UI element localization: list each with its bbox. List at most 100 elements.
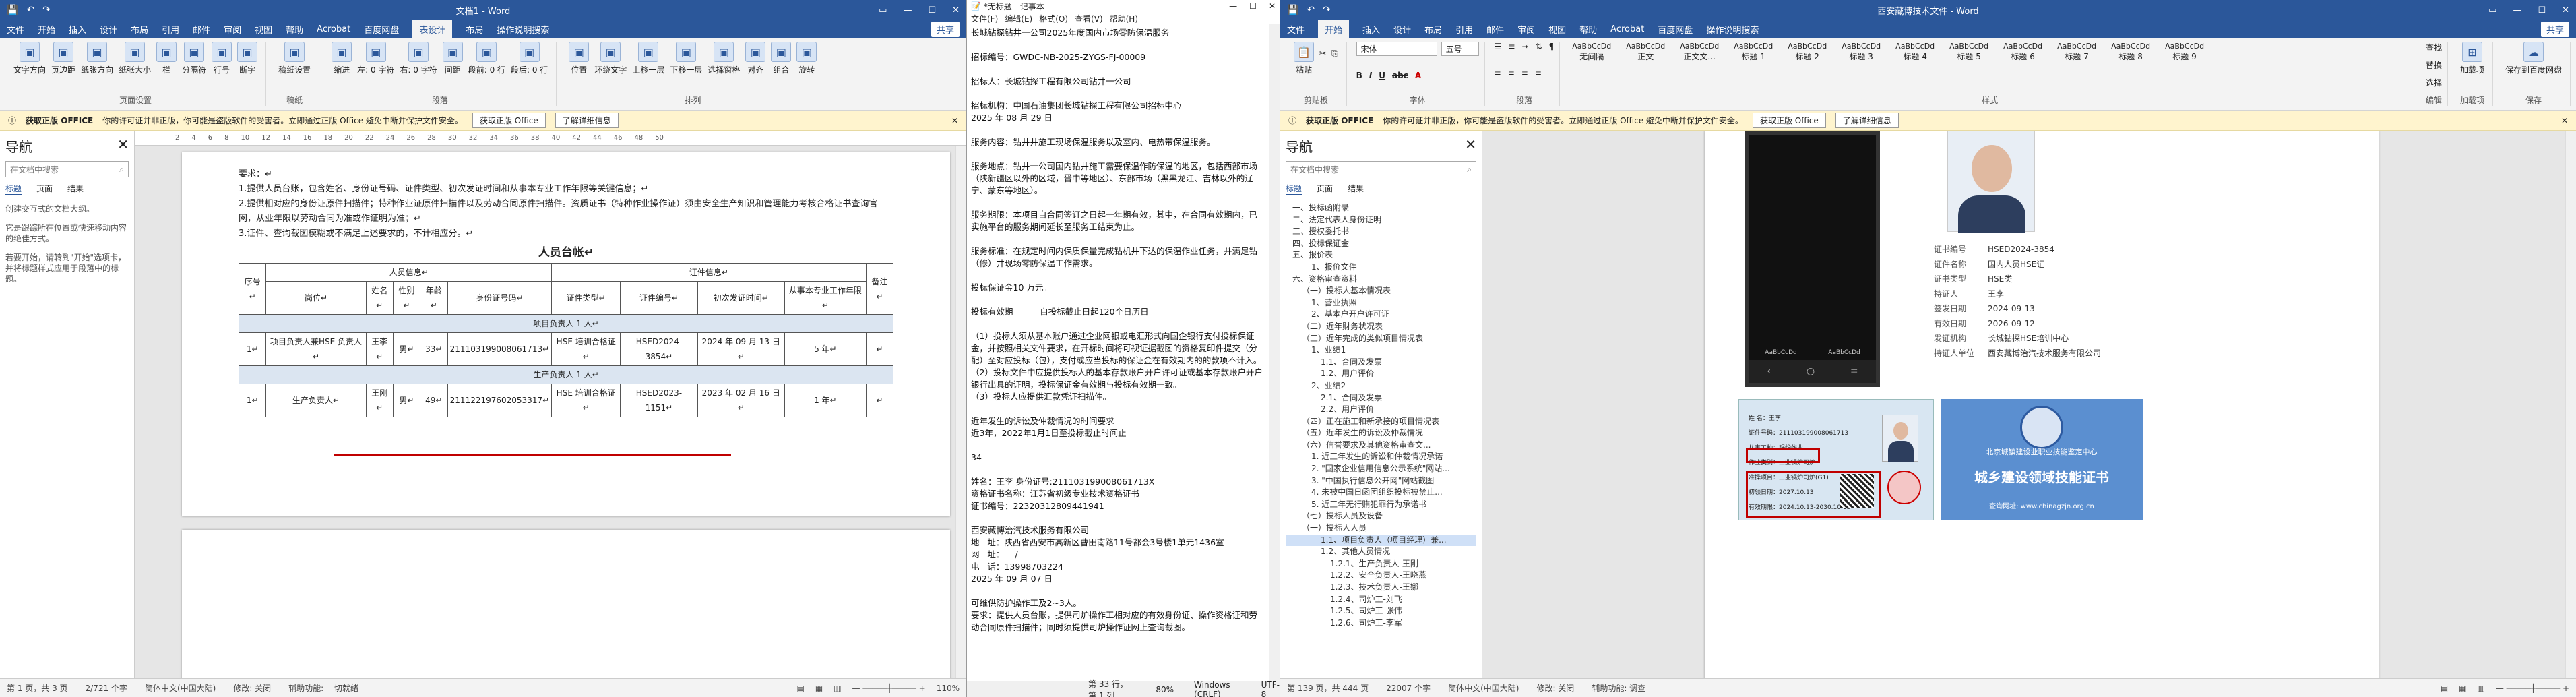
ribbon-button[interactable]: ▣ 位置: [569, 42, 590, 75]
ribbon-button[interactable]: ▣ 纸张方向: [81, 42, 113, 75]
nav-search-input[interactable]: 在文档中搜索 ⌕: [1286, 161, 1476, 177]
style-item[interactable]: AaBbCcDd 正文: [1626, 42, 1665, 62]
style-item[interactable]: AaBbCcDd 标题 1: [1734, 42, 1773, 62]
tab-7[interactable]: 审阅: [224, 23, 241, 36]
style-item[interactable]: AaBbCcDd 正文文...: [1680, 42, 1719, 62]
ribbon-button[interactable]: ▣ 纸张大小: [119, 42, 151, 75]
vertical-scrollbar[interactable]: [2565, 131, 2576, 678]
nav-heading-item[interactable]: （一）投标人基本情况表: [1286, 285, 1476, 297]
web-layout-icon[interactable]: ▥: [2478, 684, 2485, 693]
tab-6[interactable]: 邮件: [1486, 23, 1504, 36]
tab-11[interactable]: 百度网盘: [1658, 23, 1693, 36]
bold-button[interactable]: B: [1356, 71, 1362, 80]
save-icon[interactable]: 💾: [7, 5, 18, 16]
close-icon[interactable]: ✕: [1269, 1, 1276, 11]
nav-heading-item[interactable]: （五）近年发生的诉讼及仲裁情况: [1286, 427, 1476, 440]
table-cell[interactable]: 1 年↵: [784, 384, 867, 417]
nav-heading-item[interactable]: 1.2.6、司炉工-李军: [1286, 617, 1476, 630]
nav-search-input[interactable]: 在文档中搜索 ⌕: [5, 161, 129, 177]
language[interactable]: 简体中文(中国大陆): [1448, 682, 1519, 694]
tab-4[interactable]: 布局: [1424, 23, 1442, 36]
align-right-icon[interactable]: ≡: [1521, 68, 1528, 78]
table-cell[interactable]: 33↵: [419, 332, 448, 366]
style-item[interactable]: AaBbCcDd 标题 6: [2003, 42, 2042, 62]
ribbon-button[interactable]: ▣ 行号: [212, 42, 232, 75]
style-item[interactable]: AaBbCcDd 标题 2: [1788, 42, 1827, 62]
vertical-scrollbar[interactable]: [955, 146, 966, 678]
nav-heading-item[interactable]: 1、报价文件: [1286, 262, 1476, 274]
select-button[interactable]: 选择: [2426, 77, 2442, 88]
nav-heading-item[interactable]: 1.2.5、司炉工-张伟: [1286, 605, 1476, 617]
maximize-icon[interactable]: ☐: [928, 5, 936, 16]
tab-2[interactable]: 插入: [1362, 23, 1380, 36]
paste-button[interactable]: 📋 粘贴: [1294, 42, 1314, 75]
tab-10[interactable]: Acrobat: [1610, 24, 1644, 34]
tab-5[interactable]: 引用: [1455, 23, 1473, 36]
maximize-icon[interactable]: ☐: [1249, 1, 1257, 11]
ribbon-button[interactable]: ▣ 对齐: [745, 42, 766, 75]
table-cell[interactable]: 男↵: [392, 384, 420, 417]
document-area[interactable]: 要求：↵ 1.提供人员台账，包含姓名、身份证号码、证件类型、初次发证时间和从事本…: [135, 146, 966, 678]
get-office-button[interactable]: 获取正版 Office: [1752, 113, 1826, 128]
document-page[interactable]: 要求：↵ 1.提供人员台账，包含姓名、身份证号码、证件类型、初次发证时间和从事本…: [182, 152, 950, 516]
nav-heading-item[interactable]: （二）近年财务状况表: [1286, 321, 1476, 333]
accessibility-status[interactable]: 辅助功能: 一切就绪: [288, 682, 358, 694]
nav-heading-item[interactable]: 2.1、合同及发票: [1286, 392, 1476, 404]
align-left-icon[interactable]: ≡: [1495, 68, 1501, 78]
tab-results[interactable]: 结果: [67, 183, 84, 195]
table-cell[interactable]: 王刚↵: [365, 384, 394, 417]
ribbon-button[interactable]: ▣ 文字方向: [13, 42, 46, 75]
style-item[interactable]: AaBbCcDd 无间隔: [1572, 42, 1611, 62]
tab-11[interactable]: 百度网盘: [364, 23, 399, 36]
undo-icon[interactable]: ↶: [26, 5, 34, 16]
ribbon-button[interactable]: ▣ 段后: 0 行: [511, 42, 548, 75]
find-button[interactable]: 查找: [2426, 42, 2442, 53]
close-icon[interactable]: ✕: [117, 136, 129, 156]
nav-heading-item[interactable]: 三、授权委托书: [1286, 226, 1476, 238]
nav-heading-item[interactable]: 1.2.1、生产负责人-王刚: [1286, 558, 1476, 570]
copy-icon[interactable]: ⎘: [1331, 49, 1338, 59]
nav-heading-item[interactable]: 1.2、用户评价: [1286, 368, 1476, 380]
ribbon-button[interactable]: ▣ 右: 0 字符: [400, 42, 437, 75]
nav-heading-item[interactable]: 二、法定代表人身份证明: [1286, 214, 1476, 226]
italic-button[interactable]: I: [1369, 71, 1372, 80]
tab-3[interactable]: 设计: [100, 23, 117, 36]
table-cell[interactable]: 49↵: [419, 384, 448, 417]
undo-icon[interactable]: ↶: [1307, 5, 1315, 16]
align-center-icon[interactable]: ≡: [1508, 68, 1515, 78]
menu-item[interactable]: 文件(F): [971, 13, 998, 24]
ribbon-button[interactable]: ▣ 左: 0 字符: [357, 42, 394, 75]
nav-heading-item[interactable]: 5. 近三年无行贿犯罪行为承诺书: [1286, 499, 1476, 511]
ribbon-button[interactable]: ▣ 下移一层: [670, 42, 702, 75]
close-message-icon[interactable]: ✕: [2561, 116, 2568, 125]
ribbon-button[interactable]: ▣ 环绕文字: [594, 42, 627, 75]
close-message-icon[interactable]: ✕: [951, 116, 958, 125]
table-row[interactable]: 1↵ 生产负责人↵ 王刚↵ 男↵ 49↵ 211122197602053317↵ HSE 培…: [238, 384, 894, 417]
ribbon-button[interactable]: ▣ 段前: 0 行: [468, 42, 505, 75]
learn-more-button[interactable]: 了解详细信息: [1835, 113, 1899, 128]
nav-heading-item[interactable]: （六）信誉要求及其他资格审查文...: [1286, 440, 1476, 452]
table-cell[interactable]: 5 年↵: [784, 332, 867, 366]
font-color-icon[interactable]: A: [1415, 71, 1421, 80]
share-button[interactable]: 共享: [2540, 21, 2569, 37]
tab-headings[interactable]: 标题: [5, 183, 22, 195]
table-cell[interactable]: HSE 培训合格证↵: [551, 384, 621, 417]
nav-heading-item[interactable]: 2、业绩2: [1286, 380, 1476, 392]
nav-heading-item[interactable]: （三）近年完成的类似项目情况表: [1286, 333, 1476, 345]
tab-0[interactable]: 文件: [7, 23, 24, 36]
tab-headings[interactable]: 标题: [1286, 183, 1302, 195]
tab-5[interactable]: 引用: [162, 23, 179, 36]
minimize-icon[interactable]: —: [2513, 5, 2521, 16]
table-cell[interactable]: 王李↵: [365, 332, 394, 366]
tab-10[interactable]: Acrobat: [317, 24, 350, 34]
ribbon-button[interactable]: ▣ 栏: [156, 42, 177, 75]
nav-heading-item[interactable]: 1、营业执照: [1286, 297, 1476, 309]
nav-heading-item[interactable]: 1. 近三年发生的诉讼和仲裁情况承诺: [1286, 451, 1476, 463]
maximize-icon[interactable]: ☐: [2538, 5, 2546, 16]
ribbon-button[interactable]: ▣ 缩进: [332, 42, 352, 75]
nav-heading-item[interactable]: 1.2、其他人员情况: [1286, 546, 1476, 558]
table-cell[interactable]: ↵: [865, 332, 894, 366]
indent-icon[interactable]: ⇥: [1522, 42, 1529, 51]
table-cell[interactable]: 2024 年 09 月 13 日↵: [697, 332, 785, 366]
tab-13[interactable]: 布局: [466, 23, 483, 36]
